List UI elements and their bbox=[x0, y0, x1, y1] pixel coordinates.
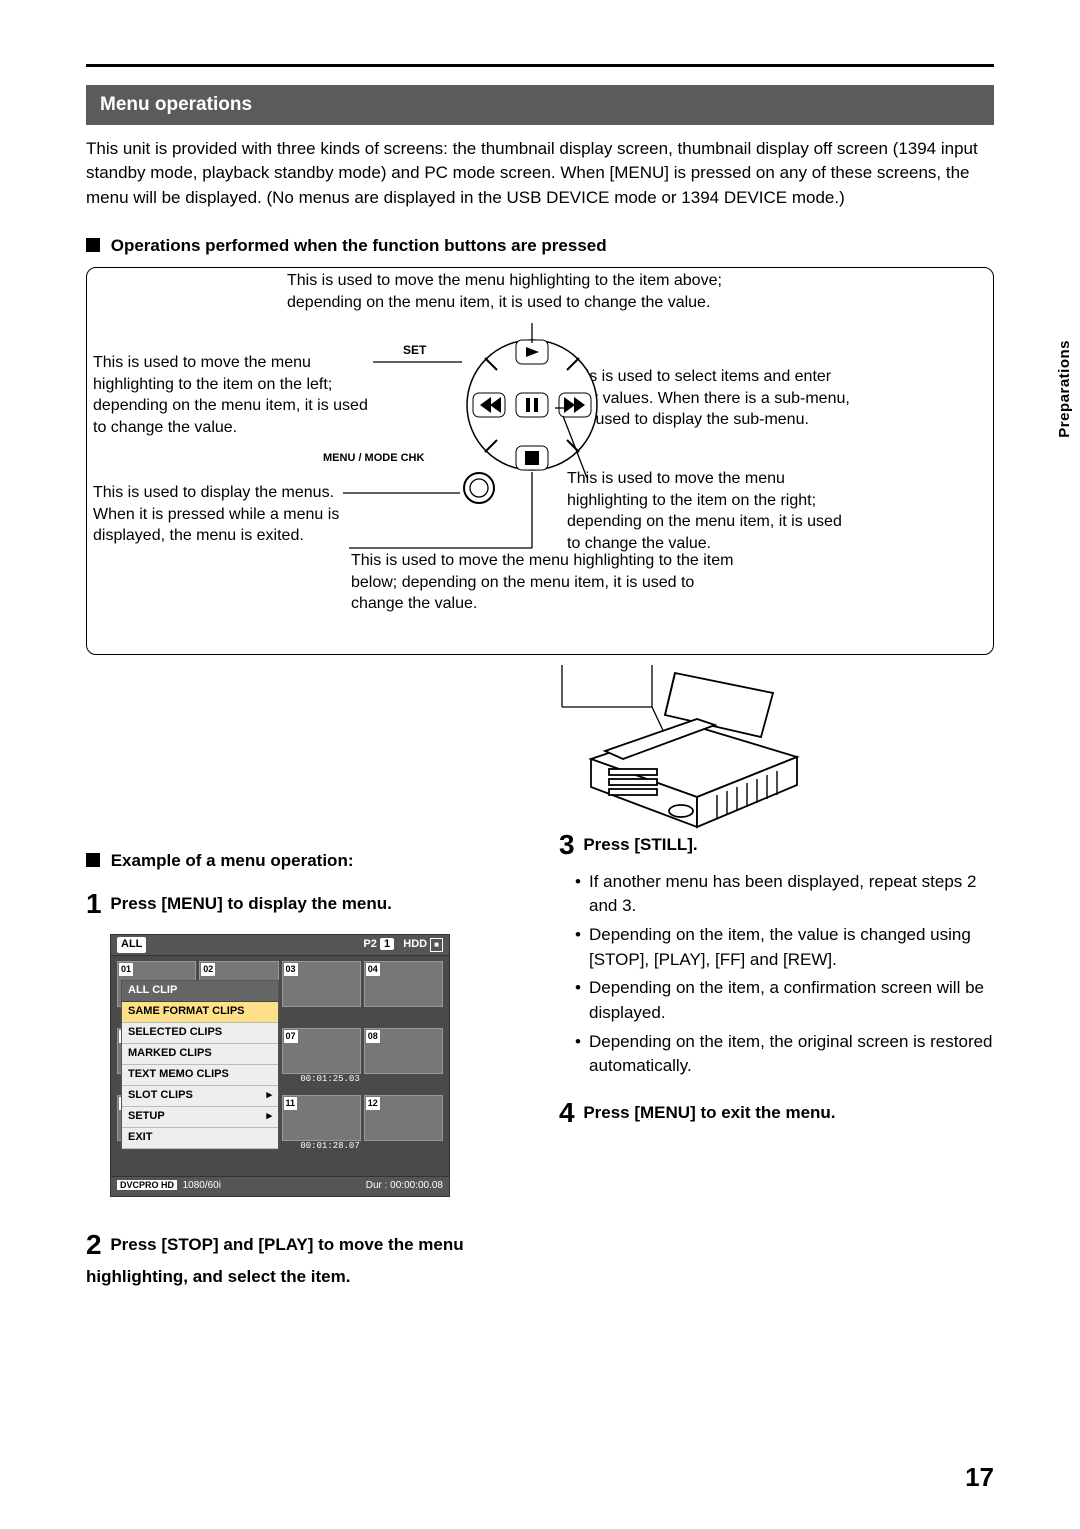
step4-title: Press [MENU] to exit the menu. bbox=[583, 1103, 835, 1122]
thumbnail: 1100:01:28.07 bbox=[282, 1095, 361, 1141]
leader-lines bbox=[87, 268, 993, 654]
side-tab: Preparations bbox=[1054, 340, 1076, 438]
page-number: 17 bbox=[965, 1459, 994, 1497]
section-heading: Menu operations bbox=[86, 85, 994, 125]
menu-item: SAME FORMAT CLIPS bbox=[122, 1002, 278, 1023]
menu-screenshot: ALL P2 1 HDD ■ 01020304 050600:01:18.220… bbox=[110, 934, 450, 1196]
subheading-operations: Operations performed when the function b… bbox=[86, 234, 994, 259]
thumbnail: 03 bbox=[282, 961, 361, 1007]
thumbnail: 12 bbox=[364, 1095, 443, 1141]
step-number-2: 2 bbox=[86, 1225, 102, 1266]
thumbnail: 04 bbox=[364, 961, 443, 1007]
menu-item: MARKED CLIPS bbox=[122, 1044, 278, 1065]
menu-popup-header: ALL CLIP bbox=[122, 981, 278, 1002]
menu-item: SLOT CLIPS▸ bbox=[122, 1086, 278, 1107]
ss-top-left: ALL bbox=[117, 937, 146, 953]
thumbnail: 08 bbox=[364, 1028, 443, 1074]
menu-popup: ALL CLIP SAME FORMAT CLIPS SELECTED CLIP… bbox=[121, 980, 279, 1150]
menu-item: TEXT MEMO CLIPS bbox=[122, 1065, 278, 1086]
list-item: Depending on the item, the original scre… bbox=[589, 1030, 994, 1079]
menu-item: SELECTED CLIPS bbox=[122, 1023, 278, 1044]
list-item: Depending on the item, the value is chan… bbox=[589, 923, 994, 972]
menu-item: SETUP▸ bbox=[122, 1107, 278, 1128]
top-rule bbox=[86, 64, 994, 67]
ss-top-slot: 1 bbox=[380, 938, 394, 950]
list-item: Depending on the item, a confirmation sc… bbox=[589, 976, 994, 1025]
step2-title: Press [STOP] and [PLAY] to move the menu… bbox=[86, 1235, 464, 1287]
thumbnail: 0700:01:25.03 bbox=[282, 1028, 361, 1074]
ss-top-p2: P2 bbox=[363, 938, 376, 950]
intro-paragraph: This unit is provided with three kinds o… bbox=[86, 137, 994, 211]
step3-bullets: If another menu has been displayed, repe… bbox=[559, 870, 994, 1079]
list-item: If another menu has been displayed, repe… bbox=[589, 870, 994, 919]
ss-bot-tag: DVCPRO HD bbox=[117, 1180, 177, 1190]
operations-panel: This is used to move the menu highlighti… bbox=[86, 267, 994, 655]
menu-item: EXIT bbox=[122, 1128, 278, 1149]
ss-bot-mode: 1080/60i bbox=[183, 1180, 221, 1191]
ss-top-hdd: HDD bbox=[403, 938, 427, 950]
step1-title: Press [MENU] to display the menu. bbox=[110, 894, 392, 913]
step-number-1: 1 bbox=[86, 884, 102, 925]
subheading-example: Example of a menu operation: bbox=[86, 849, 521, 874]
device-icon bbox=[585, 669, 803, 839]
step-number-4: 4 bbox=[559, 1093, 575, 1134]
ss-bot-dur: Dur : 00:00:00.08 bbox=[366, 1179, 443, 1194]
